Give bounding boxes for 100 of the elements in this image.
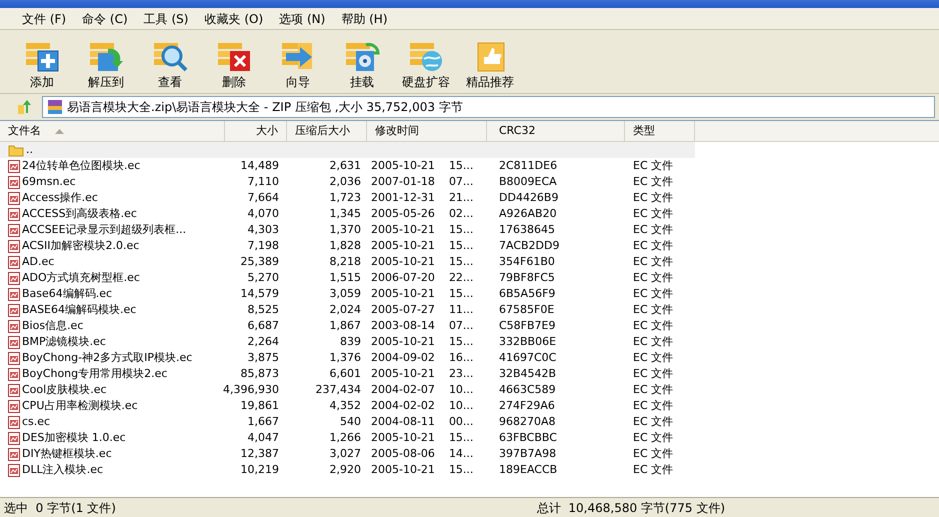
file-row[interactable]: ACCESS到高级表格.ec 4,070 1,345 2005-05-26 02... A926AB20 EC 文件 [0,206,695,222]
time-cell-text: 15... [448,222,474,238]
file-row[interactable]: 24位转单色位图模块.ec 14,489 2,631 2005-10-21 15... 2C811DE6 EC 文件 [0,158,695,174]
date-cell-text: 2005-10-21 [371,222,435,238]
packed-size-cell-text: 1,376 [330,350,361,366]
date-cell-text: 2005-10-21 [371,238,435,254]
date-cell-text: 2005-10-21 [371,286,435,302]
time-cell-text: 10... [448,382,474,398]
toolbar-button[interactable]: 删除 [206,39,262,91]
menu-item[interactable]: 工具 (S) [136,10,196,28]
date-cell-text: 2005-05-26 [371,206,435,222]
crc-cell-text: A926AB20 [499,206,557,222]
toolbar-button[interactable]: 挂载 [334,39,390,91]
date-cell-text: 2007-01-18 [371,174,435,190]
size-cell-text: 12,387 [240,446,279,462]
file-icon [8,224,20,236]
file-row[interactable]: ACSII加解密模块2.0.ec 7,198 1,828 2005-10-21 15... 7ACB2DD9 EC 文件 [0,238,695,254]
toolbar-button[interactable]: 精品推荐 [462,39,518,91]
size-cell-text: 10,219 [240,462,279,478]
type-cell-text: EC 文件 [633,190,674,206]
toolbar-button[interactable]: 向导 [270,39,326,91]
file-row[interactable]: 69msn.ec 7,110 2,036 2007-01-18 07... B8009ECA EC 文件 [0,174,695,190]
file-icon [8,272,20,284]
menu-item[interactable]: 文件 (F) [14,10,74,28]
crc-cell-text: 6B5A56F9 [499,286,556,302]
date-cell-text: 2004-02-02 [371,398,435,414]
file-icon [8,240,20,252]
crc-cell-text: 41697C0C [499,350,556,366]
address-text: 易语言模块大全.zip\易语言模块大全 - ZIP 压缩包 ,大小 35,752,003 字节 [67,99,463,116]
type-cell-text: EC 文件 [633,382,674,398]
packed-size-cell-text: 2,024 [330,302,361,318]
toolbar-button[interactable]: 硬盘扩容 [398,39,454,91]
file-row[interactable]: .. [0,142,695,158]
menu-item[interactable]: 选项 (N) [271,10,334,28]
file-name: ADO方式填充树型框.ec [22,270,140,286]
file-row[interactable]: ADO方式填充树型框.ec 5,270 1,515 2006-07-20 22... 79BF8FC5 EC 文件 [0,270,695,286]
file-icon [8,384,20,396]
file-row[interactable]: DES加密模块 1.0.ec 4,047 1,266 2005-10-21 15... 63FBCBBC EC 文件 [0,430,695,446]
crc-cell-text: DD4426B9 [499,190,558,206]
file-row[interactable]: BASE64编解码模块.ec 8,525 2,024 2005-07-27 11... 67585F0E EC 文件 [0,302,695,318]
date-cell-text: 2006-07-20 [371,270,435,286]
file-name: CPU占用率检测模块.ec [22,398,138,414]
menu-item[interactable]: 收藏夹 (O) [196,10,272,28]
size-cell-text: 2,264 [248,334,279,350]
date-cell-text: 2003-08-14 [371,318,435,334]
type-cell-text: EC 文件 [633,350,674,366]
crc-cell-text: 354F61B0 [499,254,555,270]
file-row[interactable]: DLL注入模块.ec 10,219 2,920 2005-10-21 15... 189EACCB EC 文件 [0,462,695,478]
file-name: BoyChong专用常用模块2.ec [22,366,168,382]
time-cell-text: 15... [448,238,474,254]
file-name: BMP滤镜模块.ec [22,334,106,350]
time-cell-text: 00... [448,414,474,430]
file-row[interactable]: Cool皮肤模块.ec 4,396,930 237,434 2004-02-07 10... 4663C589 EC 文件 [0,382,695,398]
size-cell-text: 4,070 [248,206,279,222]
time-cell-text: 15... [448,158,474,174]
packed-size-cell-text: 2,631 [330,158,361,174]
time-cell-text: 02... [448,206,474,222]
address-field[interactable]: 易语言模块大全.zip\易语言模块大全 - ZIP 压缩包 ,大小 35,752,003 字节 [42,96,935,118]
packed-size-cell-text: 1,723 [330,190,361,206]
crc-cell-text: 274F29A6 [499,398,555,414]
time-cell-text: 15... [448,430,474,446]
status-total: 总计 10,468,580 字节(775 文件) [536,500,725,516]
file-row[interactable]: CPU占用率检测模块.ec 19,861 4,352 2004-02-02 10... 274F29A6 EC 文件 [0,398,695,414]
zip-archive-icon [47,99,63,115]
file-name: DES加密模块 1.0.ec [22,430,126,446]
file-icon [8,176,20,188]
packed-size-cell-text: 1,345 [330,206,361,222]
file-name: .. [26,142,33,158]
size-cell-text: 7,664 [248,190,279,206]
packed-size-cell-text: 2,920 [330,462,361,478]
crc-cell-text: 67585F0E [499,302,554,318]
toolbar-button[interactable]: 添加 [14,39,70,91]
menu-item[interactable]: 帮助 (H) [333,10,396,28]
crc-cell-text: 2C811DE6 [499,158,558,174]
file-icon [8,304,20,316]
file-row[interactable]: BoyChong-神2多方式取IP模块.ec 3,875 1,376 2004-09-02 16... 41697C0C EC 文件 [0,350,695,366]
file-name: Access操作.ec [22,190,98,206]
toolbar-button[interactable]: 查看 [142,39,198,91]
file-icon [8,432,20,444]
packed-size-cell-text: 6,601 [330,366,361,382]
file-row[interactable]: Base64编解码.ec 14,579 3,059 2005-10-21 15... 6B5A56F9 EC 文件 [0,286,695,302]
folder-up-icon [17,99,33,115]
file-row[interactable]: BoyChong专用常用模块2.ec 85,873 6,601 2005-10-21 23... 32B4542B EC 文件 [0,366,695,382]
packed-size-cell-text: 2,036 [330,174,361,190]
file-row[interactable]: Access操作.ec 7,664 1,723 2001-12-31 21... DD4426B9 EC 文件 [0,190,695,206]
file-row[interactable]: DIY热键框模块.ec 12,387 3,027 2005-08-06 14... 397B7A98 EC 文件 [0,446,695,462]
packed-size-cell-text: 1,515 [330,270,361,286]
file-icon [8,368,20,380]
type-cell-text: EC 文件 [633,398,674,414]
file-row[interactable]: BMP滤镜模块.ec 2,264 839 2005-10-21 15... 332BB06E EC 文件 [0,334,695,350]
type-cell-text: EC 文件 [633,414,674,430]
file-row[interactable]: AD.ec 25,389 8,218 2005-10-21 15... 354F61B0 EC 文件 [0,254,695,270]
file-row[interactable]: ACCSEE记录显示到超级列表框... 4,303 1,370 2005-10-21 15... 17638645 EC 文件 [0,222,695,238]
type-cell-text: EC 文件 [633,270,674,286]
menu-item[interactable]: 命令 (C) [74,10,136,28]
size-cell-text: 85,873 [240,366,279,382]
file-row[interactable]: Bios信息.ec 6,687 1,867 2003-08-14 07... C58FB7E9 EC 文件 [0,318,695,334]
file-name: cs.ec [22,414,50,430]
file-row[interactable]: cs.ec 1,667 540 2004-08-11 00... 968270A8 EC 文件 [0,414,695,430]
toolbar-button[interactable]: 解压到 [78,39,134,91]
